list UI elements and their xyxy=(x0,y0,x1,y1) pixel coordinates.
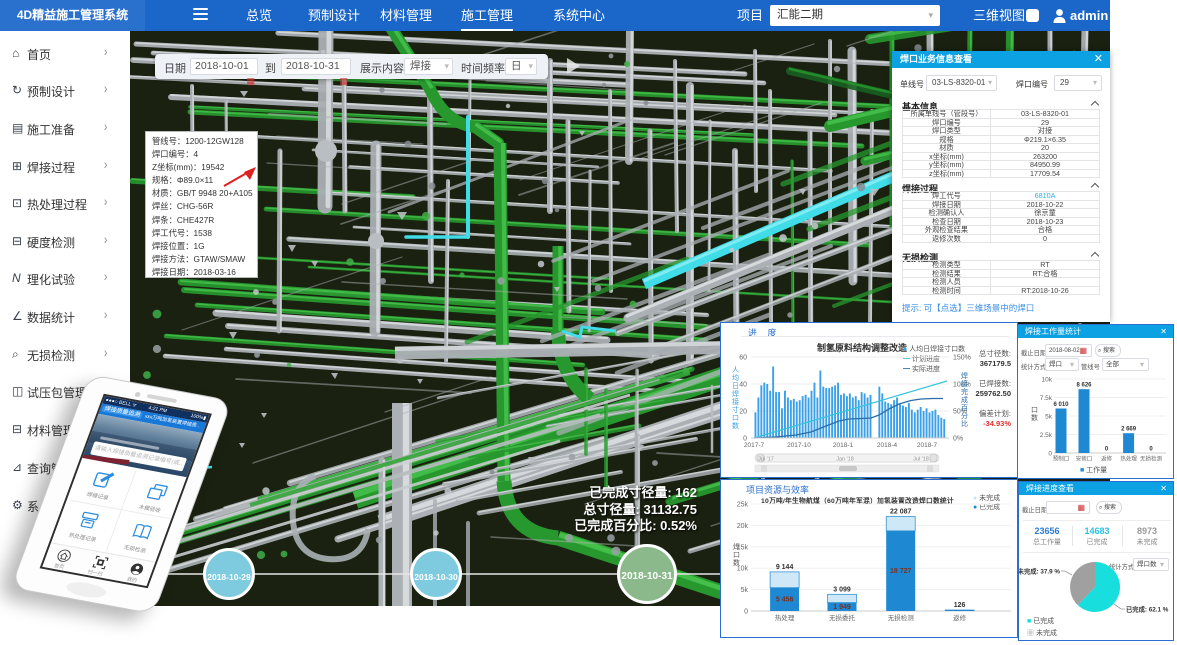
svg-text:Jul '17: Jul '17 xyxy=(758,457,774,463)
svg-text:无损委托: 无损委托 xyxy=(829,613,856,622)
svg-text:返修: 返修 xyxy=(953,613,967,622)
svg-text:0: 0 xyxy=(744,609,748,616)
svg-text:5k: 5k xyxy=(1045,414,1053,421)
svg-text:2018-7: 2018-7 xyxy=(917,442,938,449)
svg-text:9 144: 9 144 xyxy=(776,564,794,571)
svg-text:未完成: 37.9 %: 未完成: 37.9 % xyxy=(1019,567,1060,576)
svg-text:20: 20 xyxy=(739,409,747,416)
svg-text:热处理: 热处理 xyxy=(1120,455,1137,463)
svg-text:5 456: 5 456 xyxy=(776,596,794,603)
svg-text:无损检测: 无损检测 xyxy=(888,613,915,622)
svg-text:8 626: 8 626 xyxy=(1076,383,1092,389)
svg-text:预制口: 预制口 xyxy=(1053,455,1070,463)
svg-text:无损检测: 无损检测 xyxy=(1140,455,1163,463)
svg-text:1 949: 1 949 xyxy=(833,604,851,611)
svg-text:2017-10: 2017-10 xyxy=(787,442,811,449)
svg-text:安装口: 安装口 xyxy=(1076,455,1093,463)
svg-text:25k: 25k xyxy=(737,502,749,509)
svg-text:2018-4: 2018-4 xyxy=(877,442,898,449)
svg-text:40: 40 xyxy=(739,382,747,389)
svg-text:6 010: 6 010 xyxy=(1053,402,1069,408)
svg-text:10k: 10k xyxy=(1042,377,1053,384)
svg-text:7.5k: 7.5k xyxy=(1040,395,1053,402)
svg-text:Jan '18: Jan '18 xyxy=(836,457,854,463)
svg-text:2 669: 2 669 xyxy=(1121,427,1137,433)
svg-text:返修: 返修 xyxy=(1101,455,1113,463)
svg-text:5k: 5k xyxy=(741,587,749,594)
svg-text:15k: 15k xyxy=(737,544,749,551)
svg-text:已完成: 62.1 %: 已完成: 62.1 % xyxy=(1126,605,1169,614)
svg-text:60: 60 xyxy=(739,355,747,362)
svg-text:0%: 0% xyxy=(953,436,963,443)
svg-text:150%: 150% xyxy=(953,355,971,362)
svg-text:2017-7: 2017-7 xyxy=(744,442,765,449)
svg-text:126: 126 xyxy=(954,602,966,609)
svg-text:10k: 10k xyxy=(737,566,749,573)
svg-text:18 727: 18 727 xyxy=(890,568,912,575)
svg-text:Jul '18: Jul '18 xyxy=(913,457,929,463)
svg-text:热处理: 热处理 xyxy=(775,613,795,622)
svg-text:2.5k: 2.5k xyxy=(1040,432,1053,439)
svg-text:22 087: 22 087 xyxy=(890,509,912,516)
svg-text:20k: 20k xyxy=(737,523,749,530)
svg-text:0: 0 xyxy=(1105,447,1109,453)
svg-text:0: 0 xyxy=(1149,447,1153,453)
svg-text:3 099: 3 099 xyxy=(833,586,851,593)
svg-text:2018-1: 2018-1 xyxy=(833,442,854,449)
